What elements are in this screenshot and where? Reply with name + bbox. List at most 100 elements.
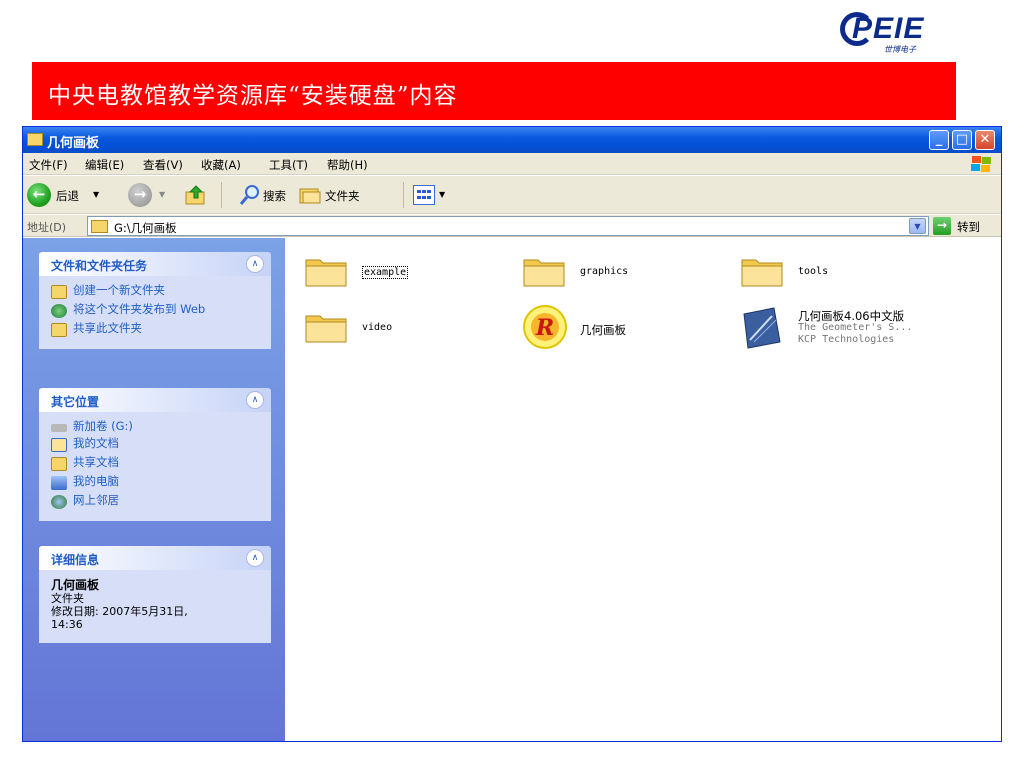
address-bar: 地址(D) G:\几何画板 ▼ → 转到 [23, 215, 1001, 237]
place-network[interactable]: 网上邻居 [51, 494, 261, 509]
folder-icon [91, 220, 108, 233]
other-places-panel: 其它位置 ∧ 新加卷 (G:) 我的文档 共享文档 我的电脑 网上邻居 [39, 388, 271, 521]
place-my-computer[interactable]: 我的电脑 [51, 475, 261, 490]
file-item-sketchpad-shortcut[interactable]: R 几何画板 [512, 302, 732, 352]
place-shared-documents[interactable]: 共享文档 [51, 456, 261, 471]
details-panel: 详细信息 ∧ 几何画板 文件夹 修改日期: 2007年5月31日, 14:36 [39, 546, 271, 643]
forward-dropdown-icon[interactable]: ▼ [159, 190, 165, 199]
address-dropdown-icon[interactable]: ▼ [909, 218, 926, 234]
folder-icon [305, 315, 347, 343]
up-folder-icon[interactable] [185, 184, 207, 206]
file-item-example[interactable]: example [294, 246, 514, 296]
panel-body: 几何画板 文件夹 修改日期: 2007年5月31日, 14:36 [39, 570, 271, 643]
close-button[interactable]: ✕ [975, 130, 995, 150]
drive-icon [51, 424, 67, 432]
search-icon[interactable] [239, 184, 261, 206]
address-input[interactable]: G:\几何画板 ▼ [87, 216, 929, 236]
maximize-button[interactable]: □ [952, 130, 972, 150]
menu-tools[interactable]: 工具(T) [269, 157, 308, 173]
place-my-documents[interactable]: 我的文档 [51, 437, 261, 452]
address-label: 地址(D) [27, 221, 67, 234]
folder-icon [741, 259, 783, 287]
address-value: G:\几何画板 [114, 221, 177, 235]
panel-body: 创建一个新文件夹 将这个文件夹发布到 Web 共享此文件夹 [39, 276, 271, 349]
file-item-graphics[interactable]: graphics [512, 246, 732, 296]
file-name: graphics [580, 266, 629, 277]
my-computer-icon [51, 476, 67, 490]
back-dropdown-icon[interactable]: ▼ [93, 190, 99, 199]
detail-modified: 修改日期: 2007年5月31日, [51, 605, 188, 618]
file-item-installer[interactable]: 几何画板4.06中文版 The Geometer's S... KCP Tech… [730, 302, 990, 352]
new-folder-icon [51, 285, 67, 299]
task-pane: 文件和文件夹任务 ∧ 创建一个新文件夹 将这个文件夹发布到 Web 共享此文件夹 [23, 238, 285, 741]
task-label: 创建一个新文件夹 [73, 283, 165, 297]
publish-web-icon [51, 304, 67, 318]
share-folder-icon [51, 323, 67, 337]
file-tasks-panel: 文件和文件夹任务 ∧ 创建一个新文件夹 将这个文件夹发布到 Web 共享此文件夹 [39, 252, 271, 349]
go-arrow-icon[interactable]: → [933, 217, 951, 235]
place-label: 共享文档 [73, 455, 119, 469]
views-icon[interactable] [413, 185, 435, 205]
place-label: 我的文档 [73, 436, 119, 450]
collapse-chevron-icon[interactable]: ∧ [246, 549, 264, 567]
menu-file[interactable]: 文件(F) [29, 157, 68, 173]
back-arrow-icon[interactable]: ← [27, 183, 51, 207]
file-name: tools [798, 266, 829, 277]
task-label: 将这个文件夹发布到 Web [73, 302, 206, 316]
folder-icon [27, 133, 43, 146]
file-company: KCP Technologies [798, 334, 895, 345]
task-label: 共享此文件夹 [73, 321, 142, 335]
forward-arrow-icon[interactable]: → [128, 183, 152, 207]
folder-icon [305, 259, 347, 287]
panel-header[interactable]: 其它位置 ∧ [39, 388, 271, 412]
toolbar-separator [403, 182, 404, 208]
detail-type: 文件夹 [51, 592, 84, 605]
window-titlebar[interactable]: 几何画板 _ □ ✕ [23, 127, 1001, 153]
toolbar-separator [221, 182, 222, 208]
menu-view[interactable]: 查看(V) [143, 157, 183, 173]
standard-toolbar: ← 后退 ▼ → ▼ 搜索 文件夹 ▼ [23, 176, 1001, 214]
menu-edit[interactable]: 编辑(E) [85, 157, 124, 173]
title-banner: 中央电教馆教学资源库“安装硬盘”内容 [32, 62, 956, 120]
folders-icon[interactable] [299, 185, 321, 205]
file-view[interactable]: example graphics tools video R 几何画板 几何画板… [286, 238, 1001, 741]
logo-subtext: 世博电子 [884, 45, 916, 54]
logo-text: PEIE [852, 12, 925, 45]
task-publish-web[interactable]: 将这个文件夹发布到 Web [51, 303, 261, 318]
my-documents-icon [51, 438, 67, 452]
banner-title: 中央电教馆教学资源库“安装硬盘”内容 [48, 83, 458, 109]
minimize-button[interactable]: _ [929, 130, 949, 150]
panel-body: 新加卷 (G:) 我的文档 共享文档 我的电脑 网上邻居 [39, 412, 271, 521]
task-share-folder[interactable]: 共享此文件夹 [51, 322, 261, 337]
shared-documents-icon [51, 457, 67, 471]
back-button[interactable]: 后退 [56, 188, 79, 204]
svg-text:R: R [535, 315, 554, 341]
window-title: 几何画板 [47, 136, 100, 151]
menu-favorites[interactable]: 收藏(A) [201, 157, 241, 173]
installer-package-icon [743, 307, 781, 349]
folders-button[interactable]: 文件夹 [325, 188, 360, 204]
menu-help[interactable]: 帮助(H) [327, 157, 368, 173]
go-button[interactable]: 转到 [957, 219, 980, 235]
place-label: 网上邻居 [73, 493, 119, 507]
file-name: example [362, 266, 409, 279]
file-description: The Geometer's S... [798, 322, 913, 333]
panel-title: 文件和文件夹任务 [51, 259, 148, 273]
explorer-window: 几何画板 _ □ ✕ 文件(F) 编辑(E) 查看(V) 收藏(A) 工具(T)… [22, 126, 1002, 742]
search-button[interactable]: 搜索 [263, 188, 286, 204]
file-name: 几何画板 [580, 323, 626, 337]
place-drive[interactable]: 新加卷 (G:) [51, 420, 261, 433]
file-item-video[interactable]: video [294, 302, 514, 352]
panel-title: 其它位置 [51, 395, 100, 409]
collapse-chevron-icon[interactable]: ∧ [246, 391, 264, 409]
views-dropdown-icon[interactable]: ▼ [439, 190, 445, 199]
file-item-tools[interactable]: tools [730, 246, 950, 296]
place-label: 新加卷 (G:) [73, 419, 133, 433]
panel-header[interactable]: 文件和文件夹任务 ∧ [39, 252, 271, 276]
panel-header[interactable]: 详细信息 ∧ [39, 546, 271, 570]
place-label: 我的电脑 [73, 474, 119, 488]
peie-logo: PEIE 世博电子 [840, 6, 950, 54]
task-new-folder[interactable]: 创建一个新文件夹 [51, 284, 261, 299]
collapse-chevron-icon[interactable]: ∧ [246, 255, 264, 273]
windows-flag-icon [967, 155, 993, 173]
